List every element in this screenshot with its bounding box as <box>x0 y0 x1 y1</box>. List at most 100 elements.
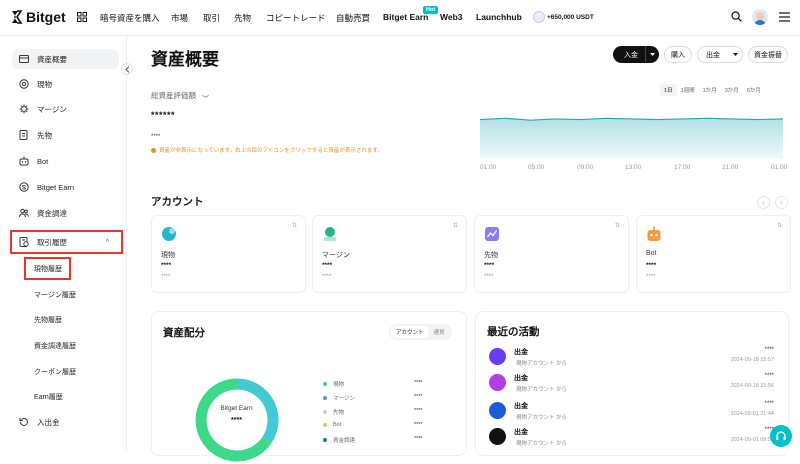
account-subvalue: **** <box>484 274 494 280</box>
sidebar-sub-futures-history[interactable]: 先物履歴 <box>34 315 62 325</box>
activity-desc: 現物アカウント から <box>516 387 568 393</box>
legend-dot <box>323 438 327 442</box>
wallet-icon <box>19 54 29 64</box>
menu-icon[interactable] <box>779 12 790 24</box>
account-name: 先物 <box>484 252 498 259</box>
sidebar-sub-margin-history[interactable]: マージン履歴 <box>34 290 76 300</box>
timeframe-3m[interactable]: 3か月 <box>721 84 743 96</box>
eye-closed-icon[interactable] <box>202 92 209 101</box>
activity-row[interactable]: 出金 現物アカウント から **** 2024-09-18 15:56 <box>489 370 779 396</box>
timeframe-1w[interactable]: 1週間 <box>677 84 699 96</box>
account-card-futures[interactable]: ⇅ 先物 **** **** <box>474 215 629 293</box>
activity-type: 出金 <box>514 429 528 436</box>
withdraw-button[interactable]: 出金 <box>697 46 743 63</box>
nav-copy-trading[interactable]: コピートレード <box>266 12 326 24</box>
legend-item: マージン <box>323 394 355 402</box>
nav-futures[interactable]: 先物 <box>234 12 251 24</box>
notice-text: 資産が非表示になっています。右上の目のアイコンをクリックすると資産が表示されます… <box>159 148 383 154</box>
account-card-margin[interactable]: ⇅ マージン **** **** <box>312 215 467 293</box>
caret-down-icon[interactable] <box>733 51 738 58</box>
nav-bots[interactable]: 自動売買 <box>336 12 370 24</box>
sidebar-sub-earn-history[interactable]: Earn履歴 <box>34 392 63 402</box>
accounts-pager: ‹ › <box>752 196 788 209</box>
chevron-left-icon <box>124 65 129 73</box>
deposit-dropdown[interactable] <box>645 46 659 63</box>
activity-amount: **** <box>764 347 774 353</box>
sidebar-sub-funding-history[interactable]: 資金調達履歴 <box>34 341 76 351</box>
nav-markets[interactable]: 市場 <box>171 12 188 24</box>
bitget-logo[interactable]: Bitget <box>10 9 66 25</box>
account-card-spot[interactable]: ⇅ 現物 **** **** <box>151 215 306 293</box>
deposit-label: 入金 <box>624 51 638 59</box>
sidebar-item-deposit-withdraw[interactable]: 入出金 <box>12 412 119 432</box>
sidebar-item-futures[interactable]: 先物 <box>12 125 119 145</box>
users-icon <box>19 208 29 218</box>
promo-text: +650,000 USDT <box>547 13 594 21</box>
activity-row[interactable]: 出金 現物アカウント から **** 2024-09-18 15:57 <box>489 344 779 370</box>
brand-name: Bitget <box>26 9 66 25</box>
tab-account[interactable]: アカウント <box>391 326 429 338</box>
tab-currency[interactable]: 通貨 <box>429 326 450 338</box>
legend-value: **** <box>414 408 423 414</box>
total-asset-value: ****** <box>151 110 176 120</box>
buy-button[interactable]: 購入 <box>664 46 692 63</box>
withdraw-label: 出金 <box>706 51 720 59</box>
timeframe-1m[interactable]: 1か月 <box>699 84 721 96</box>
user-avatar[interactable] <box>752 9 768 25</box>
customer-support-button[interactable] <box>770 425 792 447</box>
activity-desc: 現物アカウント から <box>516 361 568 367</box>
nav-buy-crypto[interactable]: 暗号資産を購入 <box>100 12 160 24</box>
sidebar-item-bitget-earn[interactable]: Bitget Earn <box>12 177 119 197</box>
account-name: Bot <box>646 250 657 257</box>
activity-type: 出金 <box>514 403 528 410</box>
transfer-icon[interactable]: ⇅ <box>292 222 297 229</box>
sidebar-item-label: 先物 <box>37 130 52 140</box>
account-name: 現物 <box>161 252 175 259</box>
activity-time: 2024-09-01 09:53 <box>730 437 774 443</box>
sidebar-sub-coupon-history[interactable]: クーポン履歴 <box>34 367 76 377</box>
activity-type: 出金 <box>514 349 528 356</box>
sidebar-item-bot[interactable]: Bot <box>12 151 119 171</box>
x-tick-label: 17:00 <box>674 164 691 171</box>
account-card-bot[interactable]: ⇅ Bot **** **** <box>636 215 791 293</box>
asset-area-chart <box>480 117 783 158</box>
search-icon[interactable] <box>731 11 742 24</box>
hidden-asset-notice: 資産が非表示になっています。右上の目のアイコンをクリックすると資産が表示されます… <box>151 146 383 154</box>
sidebar-item-margin[interactable]: マージン <box>12 99 119 119</box>
sidebar-item-spot[interactable]: 現物 <box>12 74 119 94</box>
transfer-icon[interactable]: ⇅ <box>777 222 782 229</box>
info-icon <box>151 147 156 153</box>
activity-row[interactable]: 出金 現物アカウント から **** 2024-09-01 09:53 <box>489 424 779 448</box>
nav-trade[interactable]: 取引 <box>203 12 220 24</box>
legend-item: Bot <box>323 422 341 428</box>
sidebar-item-funding[interactable]: 資金調達 <box>12 203 119 223</box>
transfer-icon[interactable]: ⇅ <box>453 222 458 229</box>
nav-launchhub[interactable]: Launchhub <box>476 12 522 22</box>
legend-dot <box>323 423 327 427</box>
sidebar-item-asset-overview[interactable]: 資産概要 <box>12 49 119 69</box>
collapse-sidebar-button[interactable] <box>121 63 133 75</box>
account-subvalue: **** <box>322 274 332 280</box>
activity-row[interactable]: 出金 現物アカウント から **** 2024-09-01 21:44 <box>489 398 779 424</box>
highlight-box-spot-history <box>24 257 71 280</box>
allocation-title: 資産配分 <box>163 327 205 339</box>
next-arrow-icon[interactable]: › <box>775 196 788 209</box>
deposit-button[interactable]: 入金 <box>613 46 659 63</box>
margin-account-icon <box>324 227 336 241</box>
transfer-icon[interactable]: ⇅ <box>615 222 620 229</box>
apps-grid-icon[interactable] <box>77 12 87 24</box>
nav-web3[interactable]: Web3 <box>440 12 463 22</box>
activity-time: 2024-09-01 21:44 <box>730 411 774 417</box>
prev-arrow-icon[interactable]: ‹ <box>757 196 770 209</box>
timeframe-1d[interactable]: 1日 <box>660 84 677 96</box>
promo-banner[interactable]: +650,000 USDT <box>533 11 594 23</box>
highlight-box-trade-history <box>10 230 123 254</box>
top-navigation-bar: Bitget 暗号資産を購入 市場 取引 先物 コピートレード 自動売買 Bit… <box>0 0 800 36</box>
timeframe-6m[interactable]: 6か月 <box>743 84 765 96</box>
nav-bitget-earn[interactable]: Bitget Earn <box>383 12 428 22</box>
account-name: マージン <box>322 252 350 259</box>
activity-desc: 現物アカウント から <box>516 415 568 421</box>
activity-amount: **** <box>764 373 774 379</box>
transfer-button[interactable]: 資金振替 <box>748 46 788 63</box>
legend-value: **** <box>414 380 423 386</box>
